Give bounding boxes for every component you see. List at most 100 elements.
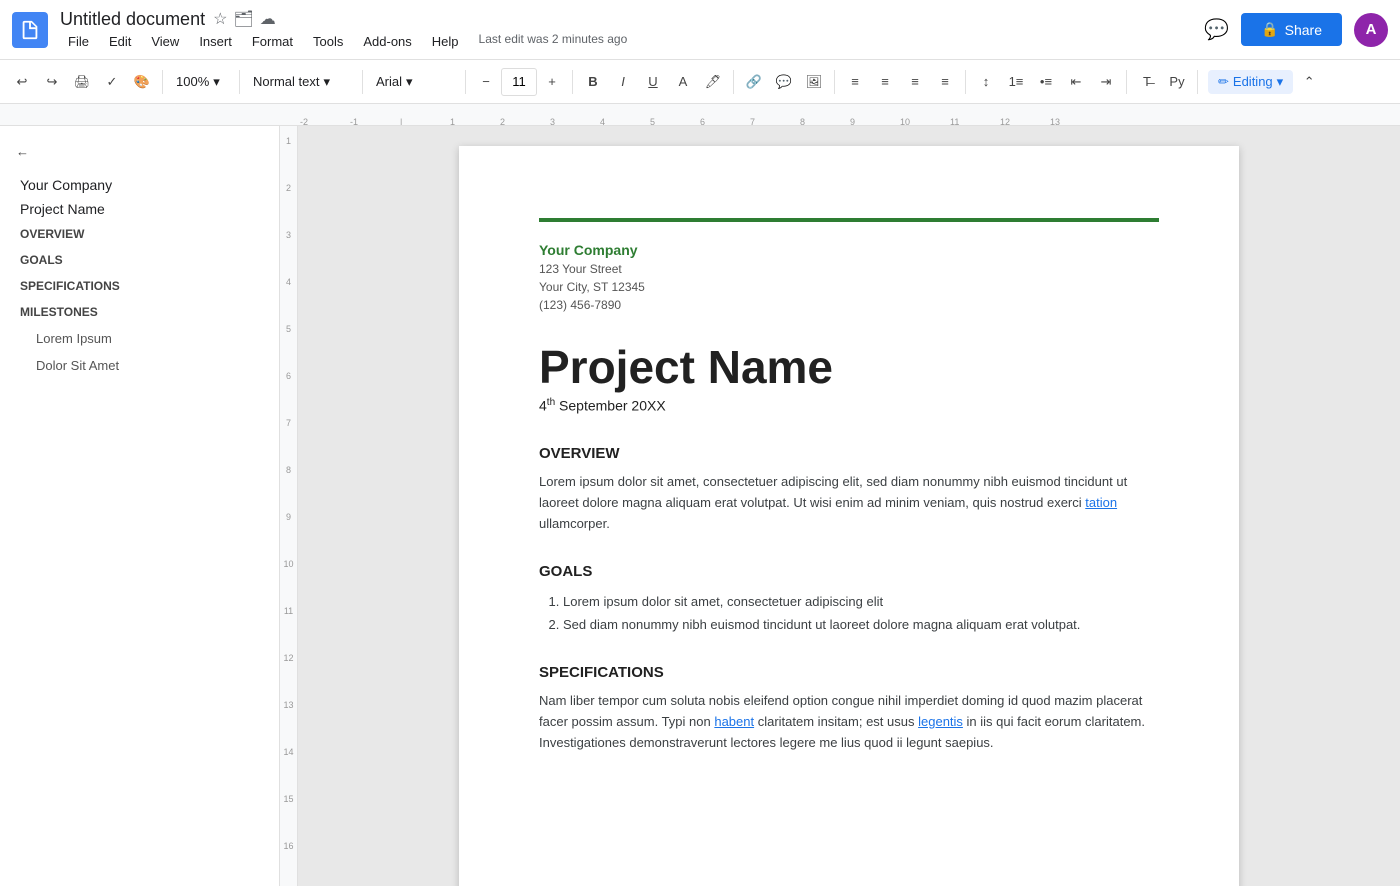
project-title[interactable]: Project Name <box>539 342 1159 393</box>
menu-insert[interactable]: Insert <box>191 32 240 51</box>
editing-mode-button[interactable]: ✏ Editing ▾ <box>1208 70 1293 94</box>
app-icon[interactable] <box>12 12 48 48</box>
divider-7 <box>834 70 835 94</box>
comment-button[interactable]: 💬 <box>770 67 798 97</box>
sidebar-item-lorem-ipsum[interactable]: Lorem Ipsum <box>0 325 279 352</box>
doc-title-area: Untitled document ☆ 🗂 ☁ File Edit View I… <box>60 9 1204 51</box>
top-bar: Untitled document ☆ 🗂 ☁ File Edit View I… <box>0 0 1400 60</box>
goals-item-2[interactable]: Sed diam nonummy nibh euismod tincidunt … <box>563 613 1159 636</box>
numbered-list-button[interactable]: 1≡ <box>1002 67 1030 97</box>
legentis-link[interactable]: legentis <box>918 714 963 729</box>
vertical-ruler: 1 2 3 4 5 6 7 8 9 10 11 12 13 14 15 16 <box>280 126 298 886</box>
goals-heading: GOALS <box>539 563 1159 580</box>
goals-list: Lorem ipsum dolor sit amet, consectetuer… <box>563 590 1159 637</box>
sidebar-item-specifications[interactable]: SPECIFICATIONS <box>0 273 279 299</box>
line-spacing-button[interactable]: ↕ <box>972 67 1000 97</box>
align-left-button[interactable]: ≡ <box>841 67 869 97</box>
paint-format-button[interactable]: 🎨 <box>128 67 156 97</box>
chat-icon[interactable]: 💬 <box>1204 17 1229 42</box>
horizontal-ruler: -2 -1 | 1 2 3 4 5 6 7 8 9 10 11 12 13 <box>0 104 1400 126</box>
company-name: Your Company <box>539 242 1159 258</box>
undo-button[interactable]: ↩ <box>8 67 36 97</box>
menu-addons[interactable]: Add-ons <box>355 32 419 51</box>
align-center-button[interactable]: ≡ <box>871 67 899 97</box>
sidebar-item-overview[interactable]: OVERVIEW <box>0 221 279 247</box>
drive-icon[interactable]: 🗂 <box>233 9 253 29</box>
document-area[interactable]: Your Company 123 Your Street Your City, … <box>298 126 1400 886</box>
divider-9 <box>1126 70 1127 94</box>
style-chevron-icon: ▾ <box>323 74 330 90</box>
sidebar-item-your-company[interactable]: Your Company <box>0 173 279 197</box>
cloud-icon[interactable]: ☁ <box>260 9 276 29</box>
sidebar-item-project-name[interactable]: Project Name <box>0 197 279 221</box>
expand-button[interactable]: ⌃ <box>1295 67 1323 97</box>
spellcheck-button[interactable]: ✓ <box>98 67 126 97</box>
menu-file[interactable]: File <box>60 32 97 51</box>
style-select[interactable]: Normal text ▾ <box>246 67 356 97</box>
image-button[interactable]: 🖼 <box>800 67 828 97</box>
link-button[interactable]: 🔗 <box>740 67 768 97</box>
python-button[interactable]: Py <box>1163 67 1191 97</box>
sidebar-back-button[interactable]: ← <box>0 138 279 165</box>
divider-4 <box>465 70 466 94</box>
top-right-area: 💬 🔒 Share A <box>1204 13 1388 47</box>
increase-indent-button[interactable]: ⇥ <box>1092 67 1120 97</box>
goals-item-1[interactable]: Lorem ipsum dolor sit amet, consectetuer… <box>563 590 1159 613</box>
sidebar: ← Your Company Project Name OVERVIEW GOA… <box>0 126 280 886</box>
tation-link[interactable]: tation <box>1085 495 1117 510</box>
justify-button[interactable]: ≡ <box>931 67 959 97</box>
toolbar: ↩ ↪ 🖨 ✓ 🎨 100% ▾ Normal text ▾ Arial ▾ −… <box>0 60 1400 104</box>
print-button[interactable]: 🖨 <box>68 67 96 97</box>
divider-3 <box>362 70 363 94</box>
menu-bar: File Edit View Insert Format Tools Add-o… <box>60 32 1204 51</box>
sidebar-item-dolor-sit-amet[interactable]: Dolor Sit Amet <box>0 352 279 379</box>
project-date: 4th September 20XX <box>539 397 1159 414</box>
font-size-input[interactable] <box>501 68 537 96</box>
company-address: 123 Your Street Your City, ST 12345 (123… <box>539 260 1159 314</box>
font-size-area: − + <box>472 67 566 97</box>
font-size-increase-button[interactable]: + <box>538 67 566 97</box>
lock-icon: 🔒 <box>1261 21 1278 38</box>
font-size-decrease-button[interactable]: − <box>472 67 500 97</box>
clear-format-button[interactable]: T̶ <box>1133 67 1161 97</box>
zoom-select[interactable]: 100% ▾ <box>169 67 233 97</box>
specifications-heading: SPECIFICATIONS <box>539 664 1159 681</box>
italic-button[interactable]: I <box>609 67 637 97</box>
divider-8 <box>965 70 966 94</box>
sidebar-item-goals[interactable]: GOALS <box>0 247 279 273</box>
back-arrow-icon: ← <box>16 144 29 159</box>
user-avatar[interactable]: A <box>1354 13 1388 47</box>
divider-10 <box>1197 70 1198 94</box>
menu-view[interactable]: View <box>143 32 187 51</box>
bullet-list-button[interactable]: •≡ <box>1032 67 1060 97</box>
menu-format[interactable]: Format <box>244 32 301 51</box>
star-icon[interactable]: ☆ <box>213 9 227 29</box>
overview-text[interactable]: Lorem ipsum dolor sit amet, consectetuer… <box>539 472 1159 534</box>
bold-button[interactable]: B <box>579 67 607 97</box>
underline-button[interactable]: U <box>639 67 667 97</box>
align-right-button[interactable]: ≡ <box>901 67 929 97</box>
specifications-text[interactable]: Nam liber tempor cum soluta nobis eleife… <box>539 691 1159 753</box>
decrease-indent-button[interactable]: ⇤ <box>1062 67 1090 97</box>
sidebar-item-milestones[interactable]: MILESTONES <box>0 299 279 325</box>
overview-heading: OVERVIEW <box>539 445 1159 462</box>
font-select[interactable]: Arial ▾ <box>369 67 459 97</box>
menu-edit[interactable]: Edit <box>101 32 139 51</box>
habent-link[interactable]: habent <box>714 714 754 729</box>
divider-1 <box>162 70 163 94</box>
menu-tools[interactable]: Tools <box>305 32 351 51</box>
doc-title-icons: ☆ 🗂 ☁ <box>213 9 276 29</box>
redo-button[interactable]: ↪ <box>38 67 66 97</box>
text-color-button[interactable]: A <box>669 67 697 97</box>
divider-6 <box>733 70 734 94</box>
font-chevron-icon: ▾ <box>406 74 413 90</box>
share-button[interactable]: 🔒 Share <box>1241 13 1342 46</box>
zoom-chevron-icon: ▾ <box>213 74 220 90</box>
document-page[interactable]: Your Company 123 Your Street Your City, … <box>459 146 1239 886</box>
menu-help[interactable]: Help <box>424 32 467 51</box>
divider-5 <box>572 70 573 94</box>
highlight-button[interactable]: 🖊 <box>699 67 727 97</box>
document-title[interactable]: Untitled document <box>60 9 205 30</box>
divider-2 <box>239 70 240 94</box>
pencil-icon: ✏ <box>1218 74 1229 90</box>
